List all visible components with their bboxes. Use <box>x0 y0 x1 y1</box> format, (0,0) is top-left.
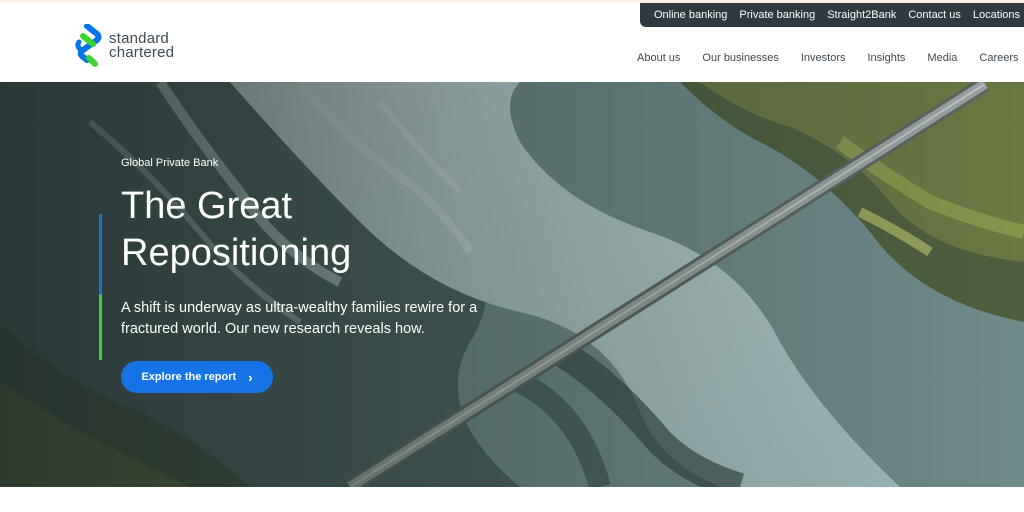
utility-locations[interactable]: Locations <box>973 9 1020 21</box>
utility-contact-us[interactable]: Contact us <box>908 9 961 21</box>
nav-our-businesses[interactable]: Our businesses <box>702 52 778 64</box>
nav-about-us[interactable]: About us <box>637 52 680 64</box>
hero-title-line-2: Repositioning <box>121 232 352 274</box>
nav-careers[interactable]: Careers <box>979 52 1018 64</box>
main-nav: About us Our businesses Investors Insigh… <box>637 50 1024 66</box>
nav-investors[interactable]: Investors <box>801 52 846 64</box>
explore-report-button[interactable]: Explore the report › <box>121 361 273 393</box>
hero-title: The Great Repositioning <box>121 183 421 277</box>
hero-eyebrow: Global Private Bank <box>121 157 219 169</box>
hero-title-block: The Great Repositioning A shift is under… <box>99 183 521 360</box>
brand-wordmark: standard chartered <box>109 31 175 61</box>
page-content-below-hero <box>0 487 1024 512</box>
standard-chartered-logo-icon <box>75 24 102 67</box>
nav-insights[interactable]: Insights <box>868 52 906 64</box>
explore-report-label: Explore the report <box>141 371 237 383</box>
brand-logo[interactable]: standard chartered <box>73 24 174 68</box>
chevron-right-icon: › <box>248 369 253 385</box>
hero-content: Global Private Bank The Great Reposition… <box>99 157 521 393</box>
nav-media[interactable]: Media <box>927 52 957 64</box>
utility-straight2bank[interactable]: Straight2Bank <box>827 9 896 21</box>
utility-online-banking[interactable]: Online banking <box>654 9 727 21</box>
hero-description: A shift is underway as ultra-wealthy fam… <box>121 300 478 337</box>
hero-title-line-1: The Great <box>121 185 293 227</box>
brand-line-2: chartered <box>109 44 175 61</box>
hero-accent-bar <box>99 214 102 360</box>
utility-nav: Online banking Private banking Straight2… <box>640 3 1024 27</box>
utility-private-banking[interactable]: Private banking <box>739 9 815 21</box>
hero-banner: Global Private Bank The Great Reposition… <box>0 82 1024 487</box>
